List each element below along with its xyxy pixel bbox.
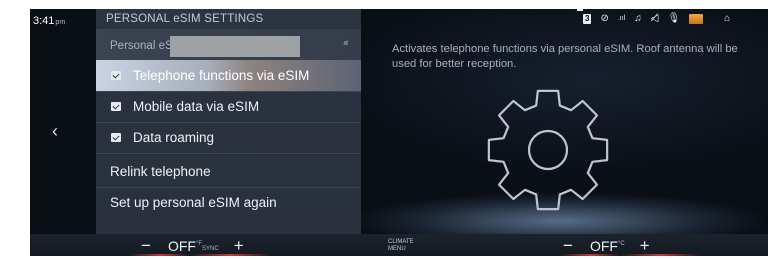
esim-signal-icon: .ıııl bbox=[342, 40, 348, 47]
climate-menu-button[interactable]: CLIMATE MENU bbox=[388, 239, 414, 253]
setup-esim-again-label: Set up personal eSIM again bbox=[110, 195, 277, 210]
chevron-left-icon: ‹ bbox=[52, 121, 58, 141]
climate-left-control: − OFF°FSYNC + bbox=[141, 236, 244, 256]
right-temp-decrease-button[interactable]: − bbox=[563, 236, 573, 255]
climate-menu-line2: MENU bbox=[388, 246, 406, 252]
status-bar: 3 ⊘ .ııl ♫ ◁̸ 🎙︎ ⌂ bbox=[583, 11, 730, 27]
right-temp-increase-button[interactable]: + bbox=[640, 236, 650, 255]
panel-title: PERSONAL eSIM SETTINGS bbox=[106, 13, 264, 25]
relink-telephone-row[interactable]: Relink telephone bbox=[96, 156, 361, 188]
climate-right-control: − OFF°C + bbox=[563, 236, 650, 256]
left-temp-indicator bbox=[130, 254, 190, 256]
right-temp-value: OFF bbox=[589, 238, 618, 254]
left-temp-decrease-button[interactable]: − bbox=[141, 236, 151, 255]
battery-icon bbox=[689, 14, 704, 24]
checkbox-checked-icon[interactable] bbox=[111, 133, 121, 142]
redacted-esim-number bbox=[170, 36, 300, 57]
mobile-data-checkbox-row[interactable]: Mobile data via eSIM bbox=[96, 91, 361, 123]
network-badge: 3 bbox=[583, 14, 592, 24]
checkbox-checked-icon[interactable] bbox=[111, 71, 121, 80]
climate-menu-line1: CLIMATE bbox=[388, 239, 414, 245]
left-temp-increase-button[interactable]: + bbox=[234, 236, 244, 255]
music-icon: ♫ bbox=[634, 13, 642, 24]
right-temp-unit: °C bbox=[617, 241, 625, 247]
sync-label[interactable]: SYNC bbox=[202, 246, 219, 252]
right-temp-indicator-2 bbox=[620, 254, 700, 256]
back-button[interactable]: ‹ bbox=[52, 122, 58, 140]
home-icon[interactable]: ⌂ bbox=[724, 12, 730, 26]
setting-description: Activates telephone functions via person… bbox=[392, 43, 738, 70]
relink-telephone-label: Relink telephone bbox=[110, 164, 211, 179]
no-location-icon: ⊘ bbox=[600, 13, 609, 24]
telephone-functions-checkbox-row[interactable]: Telephone functions via eSIM bbox=[96, 60, 361, 92]
clock-time: 3:41 bbox=[33, 15, 55, 27]
esim-settings-panel: PERSONAL eSIM SETTINGS Personal eSIM ( .… bbox=[96, 9, 361, 234]
personal-esim-row[interactable]: Personal eSIM ( .ıııl bbox=[96, 29, 361, 60]
data-roaming-label: Data roaming bbox=[133, 130, 215, 145]
checkbox-checked-icon[interactable] bbox=[111, 102, 121, 111]
telephone-functions-label: Telephone functions via eSIM bbox=[133, 68, 310, 83]
signal-icon: .ııl bbox=[617, 15, 626, 22]
setup-esim-again-row[interactable]: Set up personal eSIM again bbox=[96, 187, 361, 218]
left-temp-value: OFF bbox=[167, 238, 196, 254]
left-temp-indicator-2 bbox=[190, 254, 270, 256]
clock-ampm: pm bbox=[55, 19, 66, 26]
right-temp-indicator bbox=[560, 254, 620, 256]
data-roaming-checkbox-row[interactable]: Data roaming bbox=[96, 122, 361, 154]
mobile-data-label: Mobile data via eSIM bbox=[133, 99, 260, 114]
muted-speaker-icon: ◁̸ bbox=[650, 13, 659, 24]
clock: 3:41pm bbox=[33, 15, 65, 27]
infotainment-screen: 3:41pm ‹ PERSONAL eSIM SETTINGS Personal… bbox=[30, 9, 768, 256]
climate-bar: − OFF°FSYNC + CLIMATE MENU − OFF°C + bbox=[30, 234, 768, 256]
microphone-icon: 🎙︎ bbox=[667, 13, 681, 24]
gear-icon bbox=[487, 89, 609, 211]
